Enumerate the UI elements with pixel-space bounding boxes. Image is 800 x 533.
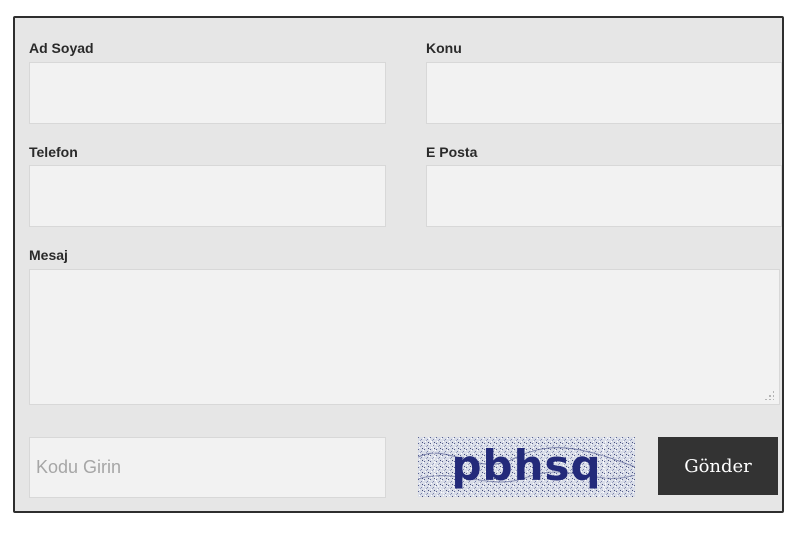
name-label: Ad Soyad [29,40,94,56]
submit-button[interactable]: Gönder [658,437,778,495]
message-textarea[interactable] [29,269,780,405]
email-input[interactable] [426,165,782,227]
message-label: Mesaj [29,247,68,263]
name-input[interactable] [29,62,386,124]
captcha-image: pbhsq [418,437,635,497]
phone-input[interactable] [29,165,386,227]
email-label: E Posta [426,144,478,160]
captcha-code-input[interactable] [29,437,386,498]
phone-label: Telefon [29,144,78,160]
contact-form: Ad Soyad Konu Telefon E Posta Mesaj Kodu… [13,16,784,513]
subject-input[interactable] [426,62,782,124]
message-wrapper [29,269,780,405]
captcha-text: pbhsq [451,441,602,490]
subject-label: Konu [426,40,462,56]
